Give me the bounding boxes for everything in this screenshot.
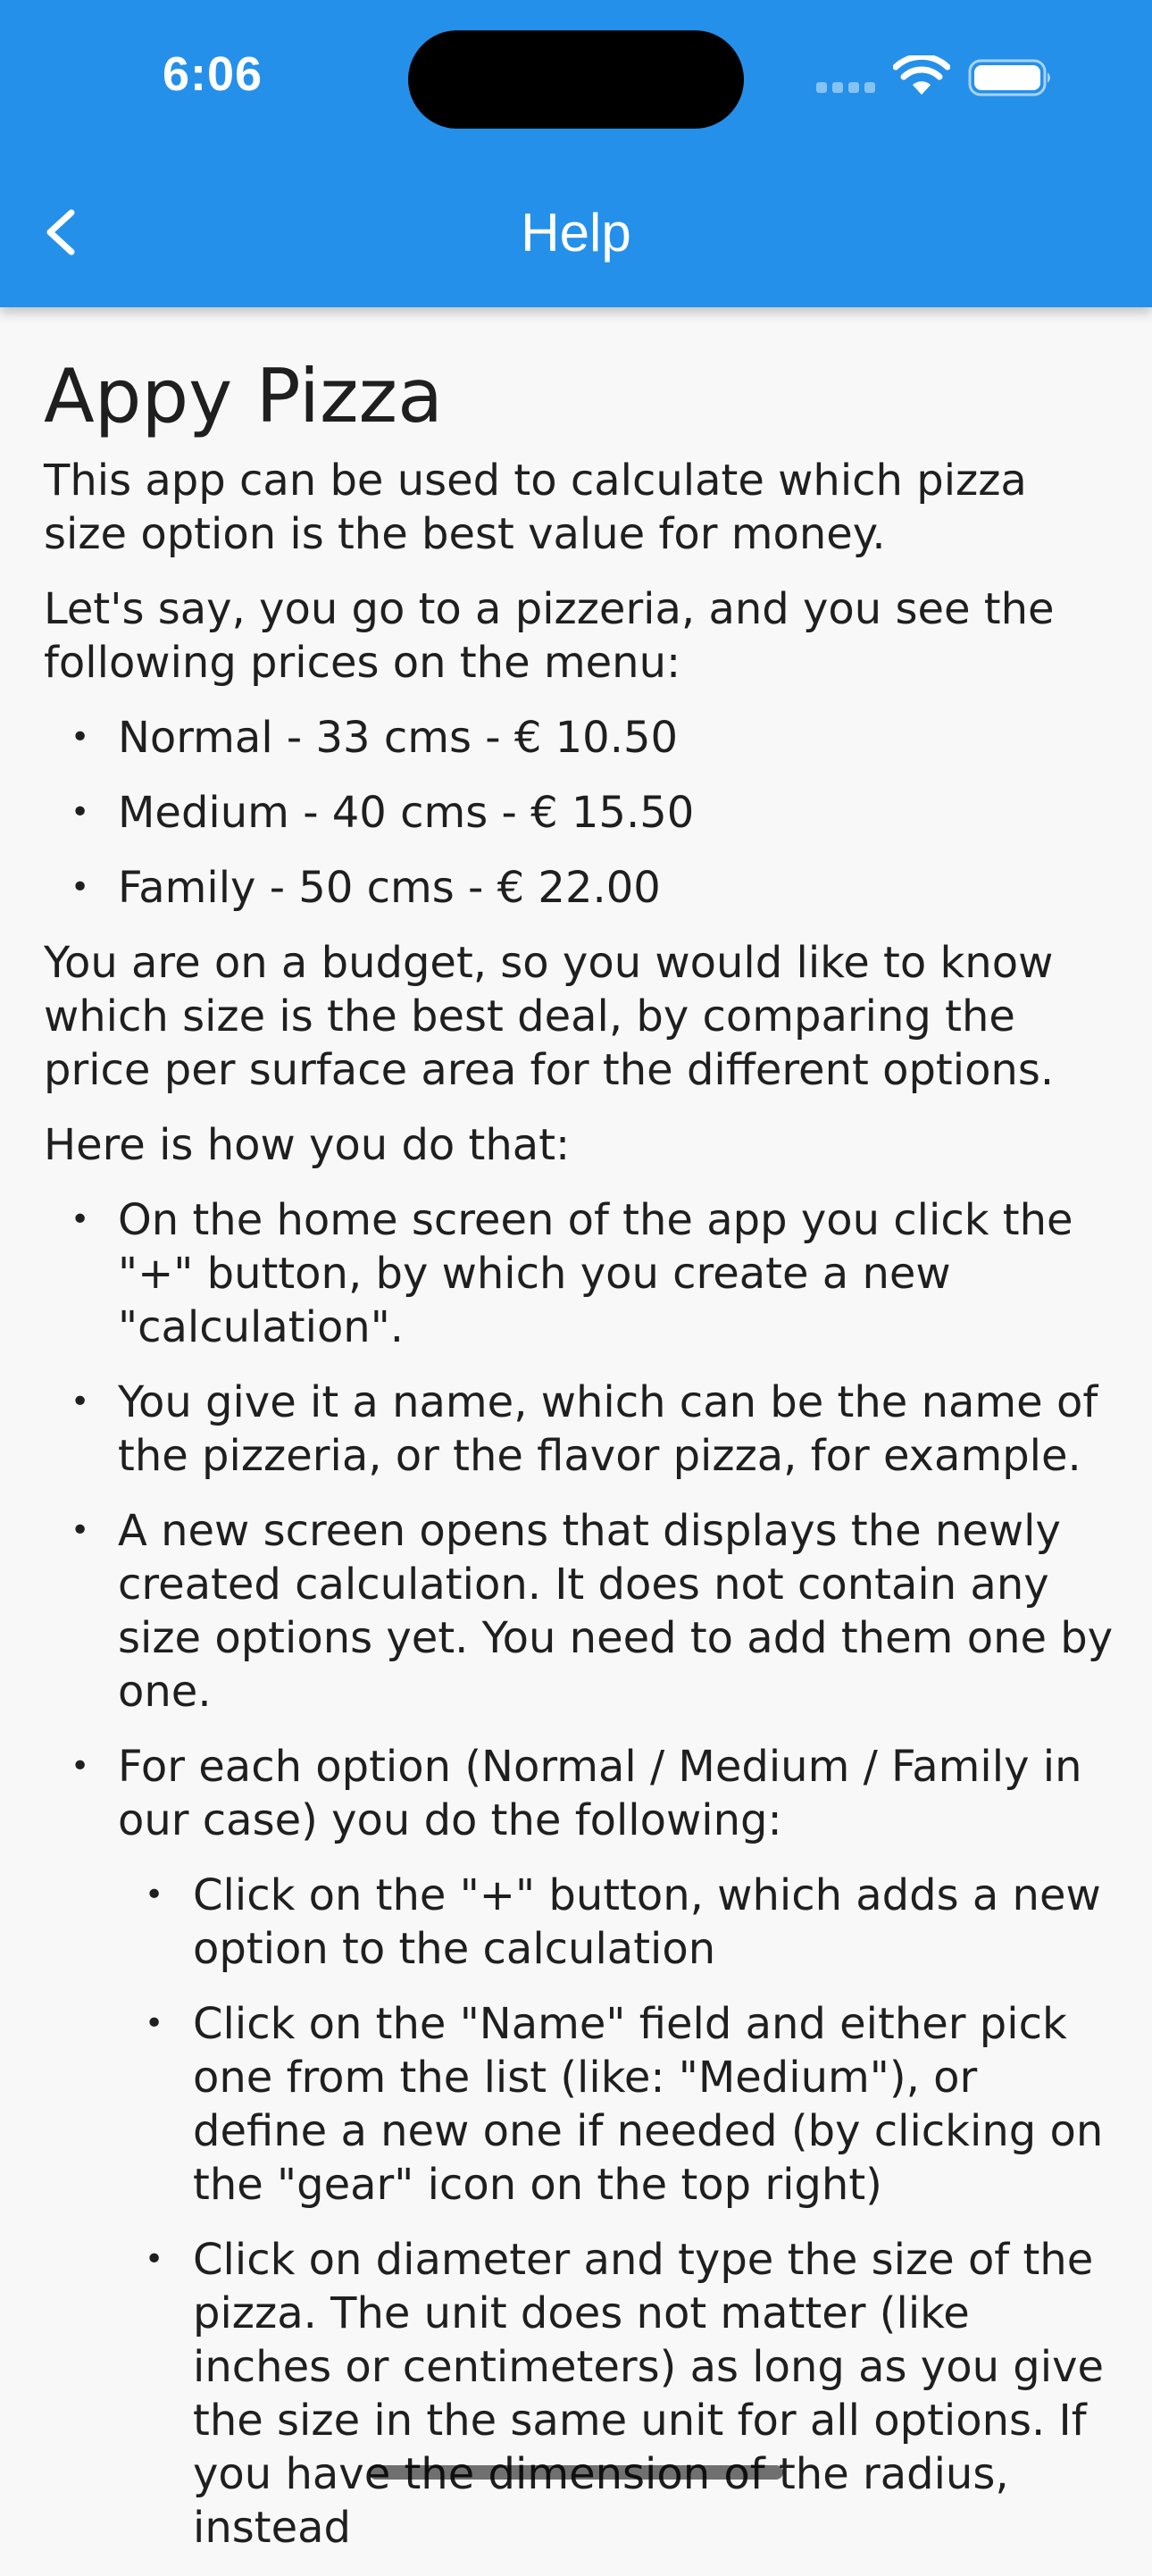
home-indicator[interactable] — [369, 2465, 783, 2480]
sub-step-text: Click on the "+" button, which adds a ne… — [193, 1870, 1101, 1974]
app-header: 6:06 Help — [0, 0, 1152, 307]
step-text: You give it a name, which can be the nam… — [118, 1377, 1098, 1481]
sub-step-text: Click on the "Name" field and either pic… — [193, 1999, 1104, 2210]
status-time: 6:06 — [163, 47, 263, 101]
bullet-icon: • — [71, 1201, 90, 1238]
list-item: • A new screen opens that displays the ne… — [44, 1504, 1115, 1719]
menu-item-text: Normal - 33 cms - € 10.50 — [118, 713, 679, 763]
bullet-icon: • — [145, 1877, 164, 1913]
step-text: For each option (Normal / Medium / Famil… — [118, 1742, 1082, 1845]
bullet-icon: • — [145, 2005, 164, 2042]
list-item: • On the home screen of the app you click… — [44, 1193, 1115, 1354]
cellular-signal-icon — [816, 82, 877, 95]
list-item: • Medium - 40 cms - € 15.50 — [44, 786, 1115, 840]
menu-item-text: Family - 50 cms - € 22.00 — [118, 863, 661, 913]
menu-item-text: Medium - 40 cms - € 15.50 — [118, 788, 695, 838]
step-text: On the home screen of the app you click … — [118, 1195, 1073, 1352]
list-item: • Click on the "+" button, which adds a n… — [118, 1869, 1115, 1976]
sub-step-text: Click on diameter and type the size of t… — [193, 2235, 1104, 2553]
steps-list: • On the home screen of the app you click… — [44, 1193, 1115, 2555]
battery-icon — [968, 59, 1050, 96]
step-text: A new screen opens that displays the new… — [118, 1506, 1114, 1717]
list-item: • Click on diameter and type the size of … — [118, 2233, 1115, 2555]
sub-steps-list: • Click on the "+" button, which adds a n… — [118, 1869, 1115, 2555]
bullet-icon: • — [145, 2241, 164, 2278]
dynamic-island — [408, 30, 744, 129]
list-item: • Family - 50 cms - € 22.00 — [44, 861, 1115, 915]
list-item: • You give it a name, which can be the na… — [44, 1376, 1115, 1483]
bullet-icon: • — [71, 1748, 90, 1785]
help-content: Appy Pizza This app can be used to calcu… — [44, 343, 1115, 2576]
list-item: • Normal - 33 cms - € 10.50 — [44, 711, 1115, 765]
howto-paragraph: Here is how you do that: — [44, 1120, 571, 1170]
bullet-icon: • — [71, 1384, 90, 1420]
page-title: Help — [521, 203, 631, 263]
bullet-icon: • — [71, 869, 90, 906]
wifi-icon — [893, 55, 950, 95]
bullet-icon: • — [71, 719, 90, 756]
budget-paragraph: You are on a budget, so you would like t… — [44, 938, 1055, 1095]
bullet-icon: • — [71, 794, 90, 831]
scenario-paragraph: Let's say, you go to a pizzeria, and you… — [44, 584, 1055, 688]
menu-price-list: • Normal - 33 cms - € 10.50 • Medium - 40 … — [44, 711, 1115, 915]
bullet-icon: • — [71, 1512, 90, 1549]
intro-paragraph: This app can be used to calculate which … — [44, 456, 1027, 559]
content-heading: Appy Pizza — [44, 353, 443, 439]
list-item: • For each option (Normal / Medium / Fami… — [44, 1740, 1115, 2555]
list-item: • Click on the "Name" field and either pi… — [118, 1997, 1115, 2212]
